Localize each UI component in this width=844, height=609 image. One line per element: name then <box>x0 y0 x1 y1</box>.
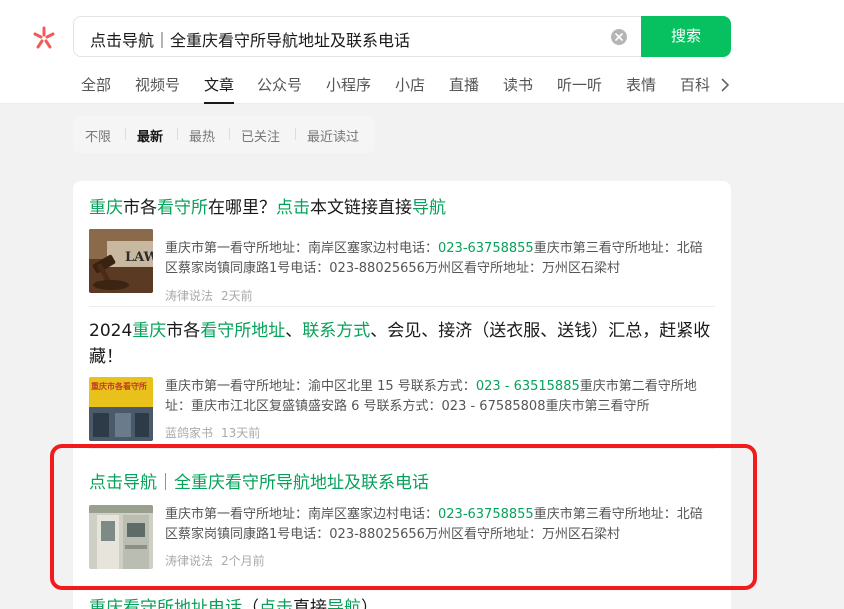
snippet-part: 重庆市第一看守所地址：南岸区塞家边村电话： <box>165 241 439 256</box>
title-part: 、 <box>285 321 303 341</box>
result-title[interactable]: 重庆看守所地址电话（点击直接导航） <box>89 595 715 609</box>
tab-articles[interactable]: 文章 <box>204 74 235 104</box>
result-item[interactable]: 重庆看守所地址电话（点击直接导航） <box>89 595 715 609</box>
category-tabs: 全部 视频号 文章 公众号 小程序 小店 直播 读书 听一听 表情 百科 <box>81 74 731 104</box>
filter-divider <box>177 128 178 140</box>
title-part: 点击 <box>276 198 310 218</box>
result-meta: 涛律说法 2个月前 <box>165 552 273 569</box>
search-box[interactable]: 点击导航｜全重庆看守所导航地址及联系电话 <box>73 16 641 57</box>
title-part: 导航 <box>412 198 446 218</box>
title-part: 市各 <box>123 198 157 218</box>
snippet-part: 重庆市第一看守所地址：南岸区塞家边村电话： <box>165 507 439 522</box>
result-thumbnail[interactable]: 重庆市各看守所 <box>89 377 153 441</box>
chevron-right-icon[interactable] <box>718 77 732 93</box>
result-time: 2个月前 <box>221 554 265 568</box>
title-part: 联系方式 <box>302 321 371 341</box>
filter-divider <box>125 128 126 140</box>
result-title[interactable]: 重庆市各看守所在哪里？点击本文链接直接导航 <box>89 195 715 221</box>
tab-all[interactable]: 全部 <box>81 74 111 104</box>
title-part: 重庆 <box>89 198 123 218</box>
result-meta: 涛律说法 2天前 <box>165 287 261 304</box>
filter-divider <box>229 128 230 140</box>
result-snippet: 重庆市第一看守所地址：南岸区塞家边村电话：023-63758855重庆市第三看守… <box>165 239 715 279</box>
title-part: 导航 <box>327 598 361 609</box>
tab-books[interactable]: 读书 <box>503 74 533 104</box>
title-part: 看守所 <box>157 198 208 218</box>
title-part: 重庆看守所地址电话 <box>89 598 242 609</box>
result-divider <box>89 589 715 590</box>
tab-live[interactable]: 直播 <box>449 74 479 104</box>
filter-hottest[interactable]: 最热 <box>189 126 215 145</box>
title-part: 市各 <box>166 321 201 341</box>
filter-divider <box>295 128 296 140</box>
result-snippet: 重庆市第一看守所地址：渝中区北里 15 号联系方式：023 - 63515885… <box>165 377 715 417</box>
result-item[interactable]: 2024重庆市各看守所地址、联系方式、会见、接济（送衣服、送钱）汇总，赶紧收藏！… <box>89 318 715 448</box>
tab-mini-programs[interactable]: 小程序 <box>326 74 371 104</box>
result-source[interactable]: 涛律说法 <box>165 554 213 568</box>
title-part: 本文链接直接 <box>310 198 412 218</box>
filter-latest[interactable]: 最新 <box>137 126 163 145</box>
search-button[interactable]: 搜索 <box>641 16 731 57</box>
tab-official-accounts[interactable]: 公众号 <box>257 74 302 104</box>
result-source[interactable]: 涛律说法 <box>165 289 213 303</box>
clear-icon[interactable] <box>611 29 627 45</box>
snippet-phone: 023-63758855 <box>438 507 534 522</box>
result-divider <box>89 306 715 307</box>
result-title[interactable]: 2024重庆市各看守所地址、联系方式、会见、接济（送衣服、送钱）汇总，赶紧收藏！ <box>89 318 715 370</box>
title-part: ） <box>361 598 378 609</box>
tab-stickers[interactable]: 表情 <box>626 74 656 104</box>
filter-any[interactable]: 不限 <box>85 126 111 145</box>
result-time: 13天前 <box>221 426 261 440</box>
tab-encyclopedia[interactable]: 百科 <box>680 74 710 104</box>
thumb-text: 重庆市各看守所 <box>91 381 147 391</box>
snippet-phone: 023-63758855 <box>438 241 534 256</box>
result-item[interactable]: 重庆市各看守所在哪里？点击本文链接直接导航 LAW 重庆市第一看守所地址：南岸区… <box>89 195 715 315</box>
snippet-part: 重庆市第一看守所地址：渝中区北里 15 号联系方式： <box>165 379 476 394</box>
result-snippet: 重庆市第一看守所地址：南岸区塞家边村电话：023-63758855重庆市第三看守… <box>165 505 715 545</box>
result-title[interactable]: 点击导航｜全重庆看守所导航地址及联系电话 <box>89 470 715 496</box>
title-part: （ <box>242 598 259 609</box>
filter-recently-read[interactable]: 最近读过 <box>307 126 359 145</box>
result-thumbnail[interactable] <box>89 505 153 569</box>
filter-followed[interactable]: 已关注 <box>241 126 280 145</box>
result-item[interactable]: 点击导航｜全重庆看守所导航地址及联系电话 重庆市第一看守所地址：南岸区塞家边村电… <box>89 470 715 580</box>
title-part: 看守所地址 <box>200 321 286 341</box>
title-part: 2024 <box>89 321 133 341</box>
snippet-phone: 023 - 63515885 <box>475 379 580 394</box>
title-part: 重庆 <box>132 321 167 341</box>
filter-bar: 不限 最新 最热 已关注 最近读过 <box>73 116 375 153</box>
tab-shops[interactable]: 小店 <box>395 74 425 104</box>
title-part: 点击 <box>259 598 293 609</box>
thumb-text: LAW <box>125 250 153 265</box>
result-meta: 蓝鸽家书 13天前 <box>165 424 268 441</box>
result-source[interactable]: 蓝鸽家书 <box>165 426 213 440</box>
search-input[interactable]: 点击导航｜全重庆看守所导航地址及联系电话 <box>90 27 410 51</box>
result-divider <box>89 448 715 449</box>
results-panel: 重庆市各看守所在哪里？点击本文链接直接导航 LAW 重庆市第一看守所地址：南岸区… <box>73 181 731 609</box>
result-thumbnail[interactable]: LAW <box>89 229 153 293</box>
tab-channels[interactable]: 视频号 <box>135 74 180 104</box>
title-part: 在哪里？ <box>208 198 276 218</box>
top-bar: 点击导航｜全重庆看守所导航地址及联系电话 搜索 全部 视频号 文章 公众号 小程… <box>0 0 844 104</box>
title-part: 直接 <box>293 598 327 609</box>
tab-listen[interactable]: 听一听 <box>557 74 602 104</box>
result-time: 2天前 <box>221 289 253 303</box>
search-logo-icon[interactable] <box>30 24 58 52</box>
